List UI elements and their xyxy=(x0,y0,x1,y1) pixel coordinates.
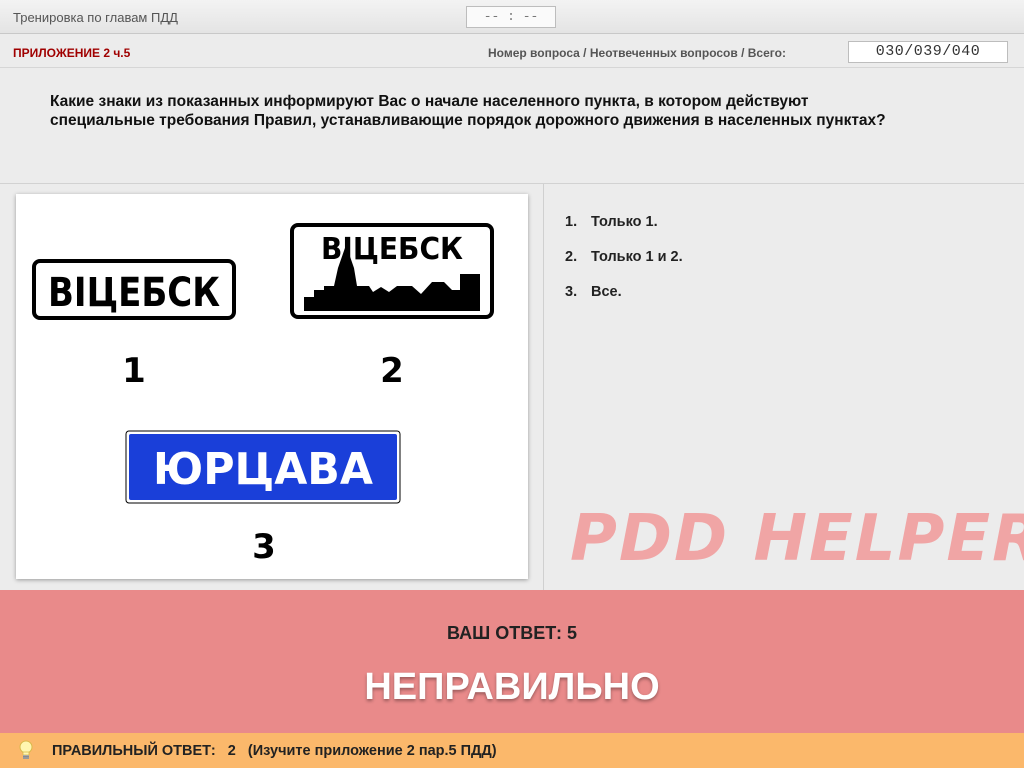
sign-3-number: 3 xyxy=(252,527,276,567)
section-label: ПРИЛОЖЕНИЕ 2 ч.5 xyxy=(13,46,131,60)
answer-text: Только 1. xyxy=(591,214,658,230)
question-panel: Какие знаки из показанных информируют Ва… xyxy=(0,68,1024,184)
content-area: ВІЦЕБСК 1 ВІЦЕБСК 2 ЮРЦАВА 3 1. Только 1. xyxy=(0,184,1024,590)
question-image: ВІЦЕБСК 1 ВІЦЕБСК 2 ЮРЦАВА 3 xyxy=(16,194,528,579)
answer-text: Все. xyxy=(591,284,622,300)
answer-text: Только 1 и 2. xyxy=(591,249,683,265)
your-answer-text: ВАШ ОТВЕТ: 5 xyxy=(447,623,577,643)
lightbulb-icon xyxy=(19,740,33,759)
answer-list: 1. Только 1. 2. Только 1 и 2. 3. Все. xyxy=(565,214,683,319)
answer-option-1[interactable]: 1. Только 1. xyxy=(565,214,683,230)
correct-answer-text: ПРАВИЛЬНЫЙ ОТВЕТ: 2 (Изучите приложение … xyxy=(52,743,497,759)
answer-number: 3. xyxy=(565,284,578,300)
window-title: Тренировка по главам ПДД xyxy=(13,10,178,25)
sign-2-number: 2 xyxy=(380,351,404,391)
sign-3: ЮРЦАВА 3 xyxy=(125,430,401,567)
sign-1-number: 1 xyxy=(122,351,146,391)
question-counter-label: Номер вопроса / Неотвеченных вопросов / … xyxy=(488,46,786,60)
answer-option-3[interactable]: 3. Все. xyxy=(565,284,683,300)
road-signs-illustration: ВІЦЕБСК 1 ВІЦЕБСК 2 ЮРЦАВА 3 xyxy=(32,223,494,567)
sign-1: ВІЦЕБСК 1 xyxy=(32,259,236,391)
content-divider xyxy=(543,184,544,590)
timer-display: -- : -- xyxy=(466,6,556,28)
sign-1-text: ВІЦЕБСК xyxy=(48,270,220,316)
result-panel: ВАШ ОТВЕТ: 5 НЕПРАВИЛЬНО xyxy=(0,590,1024,733)
sign-2: ВІЦЕБСК 2 xyxy=(290,223,494,391)
info-bar: ПРИЛОЖЕНИЕ 2 ч.5 Номер вопроса / Неотвеч… xyxy=(0,34,1024,68)
sign-3-text: ЮРЦАВА xyxy=(153,444,373,495)
question-counter: 030/039/040 xyxy=(848,41,1008,63)
answer-number: 2. xyxy=(565,249,578,265)
watermark-logo: PDD HELPER xyxy=(570,502,1024,576)
verdict-text: НЕПРАВИЛЬНО xyxy=(364,666,660,708)
correct-answer-bar: ПРАВИЛЬНЫЙ ОТВЕТ: 2 (Изучите приложение … xyxy=(0,733,1024,768)
answer-option-2[interactable]: 2. Только 1 и 2. xyxy=(565,249,683,265)
question-text: Какие знаки из показанных информируют Ва… xyxy=(50,93,886,129)
answer-number: 1. xyxy=(565,214,578,230)
top-bar: Тренировка по главам ПДД -- : -- xyxy=(0,0,1024,34)
